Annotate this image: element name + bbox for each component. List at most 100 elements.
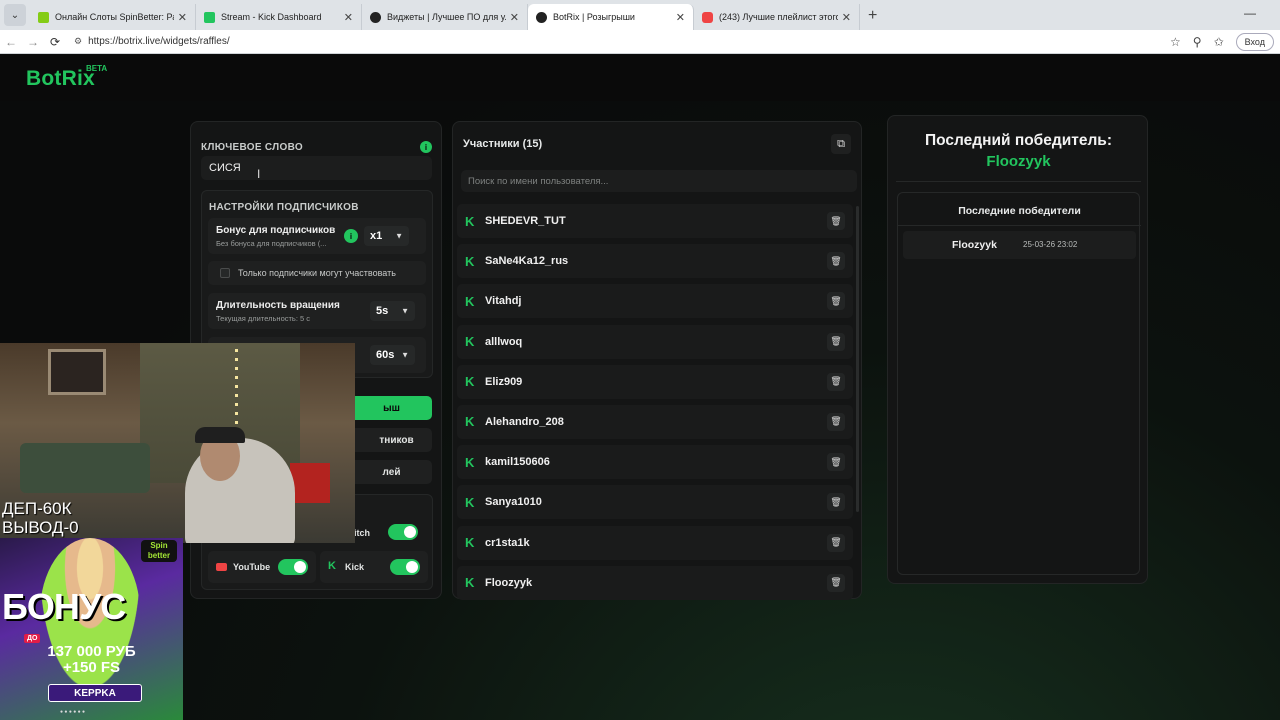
withdraw-line: ВЫВОД-0 — [2, 518, 79, 537]
participant-name: SHEDEVR_TUT — [485, 215, 566, 227]
last-winner-name: Floozyyk — [986, 153, 1051, 170]
bookmark-star-icon[interactable]: ☆ — [1170, 35, 1181, 49]
tab-favicon-icon — [702, 11, 713, 23]
trash-icon[interactable]: 🗑 — [827, 372, 845, 391]
browser-tab[interactable]: Stream - Kick Dashboard ✕ — [196, 4, 362, 30]
divider — [898, 225, 1141, 226]
ad-payment-icons: ● ● ● ● ● ● — [60, 709, 86, 715]
youtube-row: YouTube — [208, 551, 316, 583]
webcam-red-object — [290, 463, 330, 503]
copy-icon[interactable]: ⧉ — [831, 134, 851, 154]
new-tab-button[interactable]: + — [868, 7, 877, 25]
ad-bonus-text: БОНУС — [2, 586, 126, 627]
participant-row: K SaNe4Ka12_rus 🗑 — [457, 244, 853, 279]
participant-row: K Eliz909 🗑 — [457, 364, 853, 399]
info-icon[interactable]: i — [420, 141, 432, 153]
tab-close-icon[interactable]: ✕ — [178, 11, 187, 24]
recent-winners-title: Последние победители — [958, 205, 1081, 217]
kick-icon: K — [465, 414, 475, 430]
participant-row: K Vitahdj 🗑 — [457, 284, 853, 319]
only-subscribers-label: Только подписчики могут участвовать — [238, 268, 396, 278]
url-text: https://botrix.live/widgets/raffles/ — [88, 36, 230, 47]
participant-name: Eliz909 — [485, 375, 523, 388]
chevron-down-icon: ▼ — [395, 231, 403, 241]
url-field[interactable]: ⚙ https://botrix.live/widgets/raffles/ — [74, 36, 1170, 47]
text-cursor-icon: I — [257, 167, 261, 181]
toggle-knob — [294, 561, 306, 573]
subscriber-bonus-subtitle: Без бонуса для подписчиков (... — [216, 239, 327, 248]
tab-close-icon[interactable]: ✕ — [344, 11, 353, 24]
trash-icon[interactable]: 🗑 — [827, 533, 845, 552]
kick-icon: K — [465, 535, 475, 550]
spin-duration-select[interactable]: 5s ▼ — [370, 301, 415, 321]
trash-icon[interactable]: 🗑 — [827, 573, 845, 592]
participant-name: Floozyyk — [485, 576, 533, 589]
ad-promo-code: KEPPKA — [48, 684, 142, 702]
participant-row: Kkamil150606 🗑 — [457, 445, 853, 480]
browser-tab-active[interactable]: BotRix | Розыгрыши ✕ — [528, 4, 694, 30]
tab-favicon-icon — [38, 11, 49, 23]
subscriber-bonus-select[interactable]: x1 ▼ — [364, 226, 409, 246]
botrix-logo[interactable]: BotRix — [26, 67, 95, 91]
favorites-icon[interactable]: ✩ — [1214, 35, 1224, 49]
toggle-knob — [404, 526, 416, 538]
only-subscribers-checkbox[interactable] — [220, 268, 230, 278]
spin-duration-row: Длительность вращения Текущая длительнос… — [208, 293, 426, 329]
recent-winner-row: Floozyyk 25-03-26 23:02 — [903, 231, 1136, 259]
divider — [896, 181, 1141, 182]
kick-icon: K — [465, 374, 475, 390]
site-info-icon[interactable]: ⚙ — [74, 36, 82, 47]
tab-close-icon[interactable]: ✕ — [510, 11, 519, 24]
tab-close-icon[interactable]: ✕ — [676, 11, 685, 24]
participant-row: K SHEDEVR_TUT 🗑 — [457, 204, 853, 238]
back-icon[interactable]: ← — [0, 35, 22, 49]
trash-icon[interactable]: 🗑 — [827, 453, 845, 472]
trash-icon[interactable]: 🗑 — [827, 412, 845, 431]
browser-tab[interactable]: (243) Лучшие плейлист этого год ✕ — [694, 4, 860, 30]
participants-panel: Участники (15) ⧉ Поиск по имени пользова… — [452, 121, 862, 600]
toolbar-icons: ☆ ⚲ ✩ Вход — [1170, 32, 1274, 51]
trash-icon[interactable]: 🗑 — [827, 332, 845, 351]
spinbetter-logo: Spin better — [141, 540, 177, 562]
trash-icon[interactable]: 🗑 — [827, 252, 845, 271]
tab-list-menu[interactable]: ⌄ — [4, 4, 26, 26]
spin-duration-subtitle: Текущая длительность: 5 с — [216, 314, 311, 323]
trash-icon[interactable]: 🗑 — [827, 212, 845, 230]
tab-close-icon[interactable]: ✕ — [842, 11, 851, 24]
extensions-icon[interactable]: ⚲ — [1193, 35, 1202, 49]
info-icon[interactable]: i — [344, 229, 358, 243]
browser-tab[interactable]: Онлайн Слоты SpinBetter: Разно ✕ — [30, 4, 196, 30]
only-subscribers-row[interactable]: Только подписчики могут участвовать — [208, 261, 426, 285]
keyword-input[interactable]: СИСЯ — [201, 156, 432, 180]
winner-panel: Последний победитель: Floozyyk Последние… — [887, 115, 1148, 584]
browser-tab[interactable]: Виджеты | Лучшее ПО для улучш ✕ — [362, 4, 528, 30]
participant-row: Kcr1sta1k 🗑 — [457, 525, 853, 560]
youtube-label: YouTube — [233, 562, 271, 572]
tab-favicon-icon — [536, 11, 547, 23]
clear-winners-label: лей — [382, 466, 401, 478]
kick-icon: K — [465, 334, 475, 350]
beta-badge: BETA — [86, 64, 108, 73]
forward-icon[interactable]: → — [22, 35, 44, 49]
timer-duration-select[interactable]: 60s ▼ — [370, 345, 415, 365]
spin-duration-value: 5s — [376, 305, 389, 317]
kick-row: K Kick — [320, 551, 428, 583]
webcam-bed — [20, 443, 150, 493]
webcam-person-cap — [195, 427, 245, 443]
participant-name: Vitahdj — [485, 295, 522, 308]
participant-search-input[interactable]: Поиск по имени пользователя... — [461, 170, 857, 192]
trash-icon[interactable]: 🗑 — [827, 292, 845, 311]
twitch-toggle[interactable] — [388, 524, 418, 540]
tab-favicon-icon — [370, 11, 381, 23]
youtube-icon — [216, 563, 227, 571]
webcam-picture-frame — [48, 349, 106, 395]
youtube-toggle[interactable] — [278, 559, 308, 575]
minimize-button[interactable]: — — [1244, 6, 1256, 20]
subscriber-bonus-row: Бонус для подписчиков Без бонуса для под… — [208, 218, 426, 254]
trash-icon[interactable]: 🗑 — [827, 493, 845, 512]
kick-toggle[interactable] — [390, 559, 420, 575]
kick-icon: K — [465, 213, 475, 229]
login-button[interactable]: Вход — [1235, 32, 1274, 51]
reload-icon[interactable]: ⟳ — [44, 35, 66, 49]
participant-scrollbar[interactable] — [856, 206, 859, 512]
